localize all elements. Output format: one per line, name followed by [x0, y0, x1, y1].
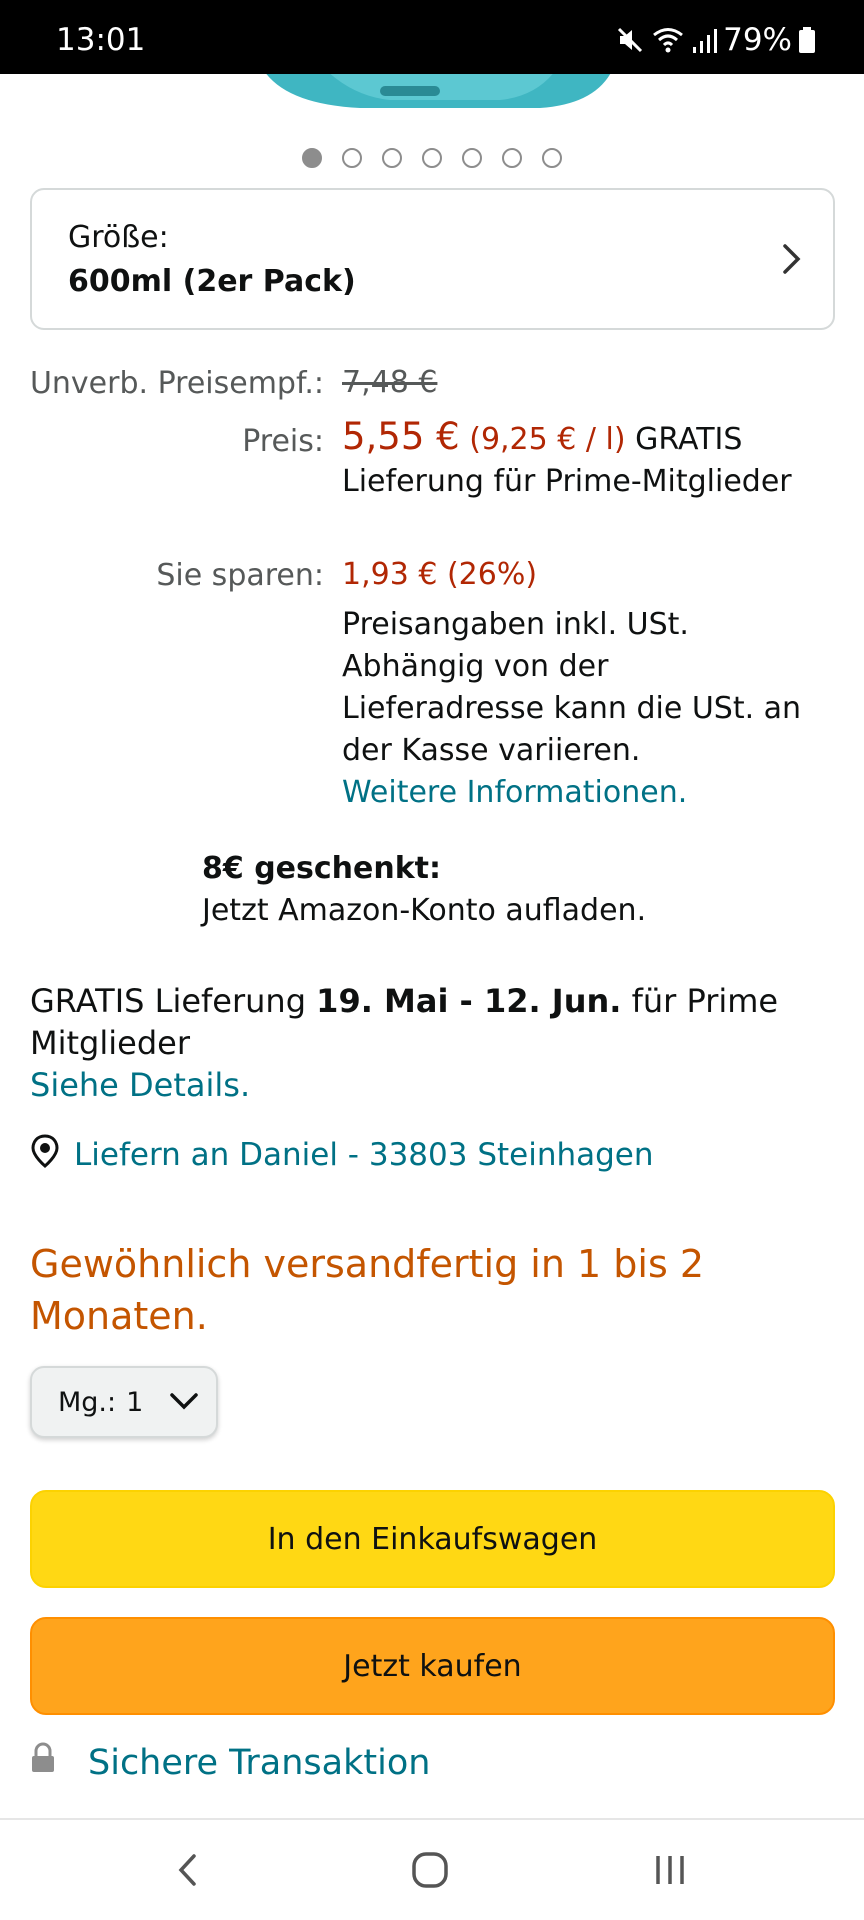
price-label: Preis:: [242, 424, 324, 459]
tax-note: Preisangaben inkl. USt. Abhängig von der…: [342, 607, 802, 768]
carousel-dot[interactable]: [302, 148, 322, 168]
size-selector[interactable]: Größe: 600ml (2er Pack): [30, 188, 835, 330]
status-bar: 13:01 79%: [0, 0, 864, 74]
savings-label: Sie sparen:: [156, 558, 324, 593]
carousel-dot[interactable]: [542, 148, 562, 168]
delivery-info: GRATIS Lieferung 19. Mai - 12. Jun. für …: [30, 980, 830, 1106]
delivery-details-link[interactable]: Siehe Details.: [30, 1064, 830, 1106]
product-image[interactable]: [240, 74, 630, 114]
secure-label: Sichere Transaktion: [88, 1742, 431, 1783]
list-price-value: 7,48 €: [342, 365, 438, 400]
buy-now-button[interactable]: Jetzt kaufen: [30, 1617, 835, 1715]
back-icon[interactable]: [176, 1850, 200, 1894]
tax-note-block: Preisangaben inkl. USt. Abhängig von der…: [342, 604, 812, 814]
status-icons: 79%: [615, 22, 816, 58]
deliver-to-text: Liefern an Daniel - 33803 Steinhagen: [74, 1137, 654, 1173]
status-time: 13:01: [56, 22, 146, 58]
list-price: 7,48 €: [342, 362, 812, 404]
quantity-label: Mg.:: [58, 1386, 117, 1418]
lock-icon: [30, 1742, 56, 1783]
deliver-to-link[interactable]: Liefern an Daniel - 33803 Steinhagen: [30, 1134, 654, 1176]
carousel-dot[interactable]: [382, 148, 402, 168]
location-pin-icon: [30, 1134, 60, 1176]
quantity-dropdown[interactable]: Mg.: 1: [30, 1366, 218, 1438]
add-to-cart-button[interactable]: In den Einkaufswagen: [30, 1490, 835, 1588]
home-icon[interactable]: [410, 1850, 450, 1894]
carousel-dot[interactable]: [462, 148, 482, 168]
unit-price: (9,25 € / l): [469, 422, 626, 457]
delivery-dates: 19. Mai - 12. Jun.: [316, 982, 622, 1020]
more-info-link[interactable]: Weitere Informationen.: [342, 772, 812, 814]
secure-transaction[interactable]: Sichere Transaktion: [30, 1742, 430, 1783]
carousel-dot[interactable]: [422, 148, 442, 168]
battery-icon: [798, 25, 816, 55]
system-nav-bar: [0, 1818, 864, 1920]
gift-title: 8€ geschenkt:: [202, 851, 442, 886]
savings-amount: 1,93 € (26%): [342, 557, 538, 592]
signal-icon: [691, 25, 718, 55]
quantity-value: 1: [126, 1386, 144, 1418]
availability-text: Gewöhnlich versandfertig in 1 bis 2 Mona…: [30, 1242, 705, 1338]
price-block: 5,55 € (9,25 € / l) GRATIS Lieferung für…: [342, 416, 812, 503]
image-carousel-dots: [0, 148, 864, 168]
chevron-right-icon: [781, 242, 803, 280]
size-label: Größe:: [68, 220, 169, 255]
wifi-icon: [651, 25, 685, 55]
list-price-label: Unverb. Preisempf.:: [29, 366, 324, 401]
carousel-dot[interactable]: [502, 148, 522, 168]
savings-value: 1,93 € (26%): [342, 554, 812, 596]
carousel-dot[interactable]: [342, 148, 362, 168]
mute-icon: [615, 25, 645, 55]
battery-percent: 79%: [723, 22, 792, 58]
gift-text: Jetzt Amazon-Konto aufladen.: [202, 893, 647, 928]
delivery-prefix: GRATIS Lieferung: [30, 982, 306, 1020]
size-value: 600ml (2er Pack): [68, 264, 356, 299]
price-value: 5,55 €: [342, 415, 460, 458]
chevron-down-icon: [153, 1387, 199, 1418]
gift-promo[interactable]: 8€ geschenkt: Jetzt Amazon-Konto auflade…: [202, 848, 646, 932]
recent-apps-icon[interactable]: [652, 1850, 688, 1894]
